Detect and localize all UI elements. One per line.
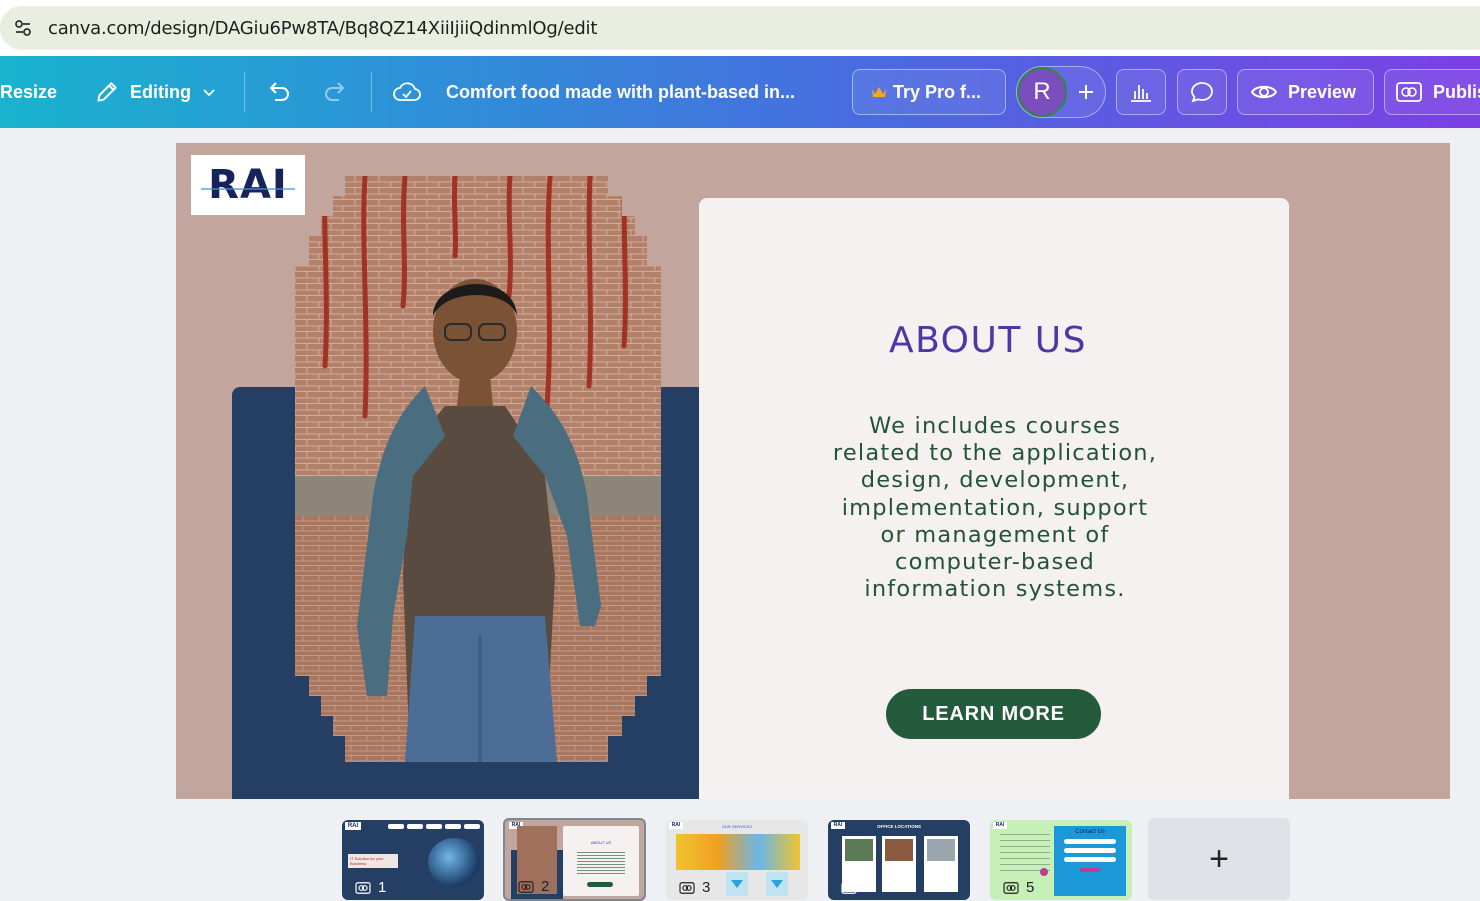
try-pro-button[interactable]: Try Pro f... (852, 69, 1006, 115)
comments-button[interactable] (1177, 69, 1227, 115)
insights-button[interactable] (1116, 69, 1166, 115)
page-thumbnail-2[interactable]: RAI ABOUT US 2 (503, 818, 646, 901)
publish-label: Publis (1433, 81, 1480, 102)
page-thumbnail-1[interactable]: RAI IT Solution for your Business 1 (342, 820, 484, 900)
avatar-initial: R (1033, 78, 1051, 105)
url-field[interactable]: canva.com/design/DAGiu6Pw8TA/Bq8QZ14XiiI… (0, 6, 1480, 50)
publish-icon (355, 881, 371, 894)
thumb-nav (388, 824, 480, 829)
avatar[interactable]: R (1017, 67, 1067, 117)
browser-address-bar: canva.com/design/DAGiu6Pw8TA/Bq8QZ14XiiI… (0, 0, 1480, 56)
site-settings-icon[interactable] (6, 11, 40, 45)
publish-icon (1003, 881, 1019, 894)
design-title-text: Comfort food made with plant-based in... (446, 81, 795, 102)
learn-more-button[interactable]: LEARN MORE (886, 689, 1101, 739)
about-card[interactable]: ABOUT US We includes courses related to … (699, 198, 1289, 799)
plus-icon (1076, 82, 1096, 102)
page-thumbnail-4[interactable]: RAI OFFICE LOCATIONS 4 (828, 820, 970, 900)
redo-button[interactable] (321, 69, 351, 115)
eye-icon (1250, 82, 1278, 102)
about-title[interactable]: ABOUT US (699, 320, 1277, 361)
thumb-page-number: 1 (354, 879, 386, 896)
resize-label: Resize (0, 81, 58, 102)
publish-icon (1395, 80, 1423, 104)
logo-swoosh-icon (201, 188, 295, 190)
bar-chart-icon (1128, 80, 1154, 104)
add-collaborator-button[interactable] (1069, 75, 1103, 109)
pencil-icon (94, 79, 120, 105)
toolbar-divider (244, 72, 245, 112)
collaborators-group: R (1016, 66, 1106, 118)
plus-icon: + (1209, 839, 1229, 878)
redo-icon (321, 78, 349, 106)
publish-icon (841, 881, 857, 894)
thumb-page-number: 3 (678, 879, 710, 896)
undo-button[interactable] (265, 69, 295, 115)
thumb-logo: RAI (345, 822, 361, 830)
thumb-page-number: 5 (1002, 879, 1034, 896)
about-body-text[interactable]: We includes courses related to the appli… (827, 413, 1163, 603)
editing-mode-button[interactable]: Editing (94, 69, 224, 115)
resize-button[interactable]: Resize (0, 69, 70, 115)
undo-icon (265, 78, 293, 106)
page-thumbnail-5[interactable]: RAI Contact Us 5 (990, 820, 1132, 900)
comment-icon (1189, 79, 1215, 105)
publish-icon (518, 880, 534, 893)
editor-toolbar: Resize Editing Comfort food made with pl… (0, 56, 1480, 128)
thumb-globe-image (428, 838, 480, 886)
url-text[interactable]: canva.com/design/DAGiu6Pw8TA/Bq8QZ14XiiI… (48, 18, 597, 39)
cloud-check-icon (392, 79, 422, 105)
thumb-page-number: 4 (840, 879, 872, 896)
logo[interactable]: RAI (191, 155, 305, 215)
editing-label: Editing (130, 81, 191, 102)
preview-label: Preview (1288, 81, 1357, 102)
slide-canvas[interactable]: RAI ABOUT US We includes courses related… (176, 143, 1450, 799)
thumb-services-image (676, 834, 800, 870)
page-thumbnail-3[interactable]: RAI OUR SERVICES 3 (666, 820, 808, 900)
thumb-banner: IT Solution for your Business (348, 854, 398, 868)
try-pro-label: Try Pro f... (893, 81, 982, 102)
design-title[interactable]: Comfort food made with plant-based in... (446, 69, 806, 115)
toolbar-divider (371, 72, 372, 112)
thumb-page-number: 2 (517, 878, 549, 895)
chevron-down-icon (201, 84, 217, 100)
save-status-button[interactable] (392, 69, 422, 115)
publish-button[interactable]: Publis (1384, 69, 1480, 115)
profile-photo[interactable] (295, 176, 661, 762)
add-page-button[interactable]: + (1148, 818, 1290, 900)
preview-button[interactable]: Preview (1237, 69, 1374, 115)
publish-icon (679, 881, 695, 894)
crown-icon (871, 85, 887, 99)
